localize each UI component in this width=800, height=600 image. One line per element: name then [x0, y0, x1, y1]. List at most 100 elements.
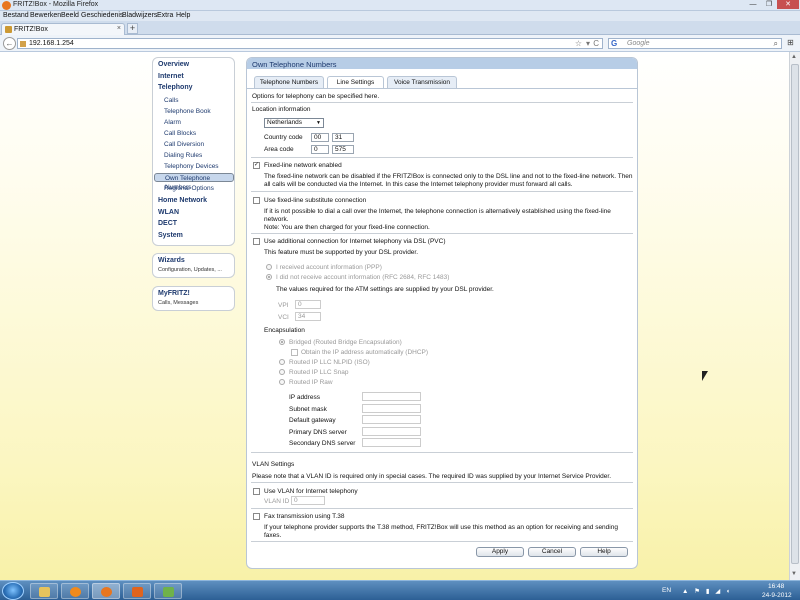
fixed-line-checkbox[interactable]: ✓	[253, 162, 260, 169]
wizards-box[interactable]: Wizards Configuration, Updates, ...	[152, 253, 235, 278]
nav-system[interactable]: System	[158, 232, 183, 239]
nav-calls[interactable]: Calls	[164, 97, 178, 104]
secondary-dns-field[interactable]	[362, 438, 421, 447]
radio-account-not-received[interactable]	[266, 274, 272, 280]
menu-extra[interactable]: Extra	[157, 12, 173, 19]
area-code-field[interactable]: 575	[332, 145, 354, 154]
dhcp-checkbox[interactable]	[291, 349, 298, 356]
nav-overview[interactable]: Overview	[158, 61, 189, 68]
country-code-prefix-field[interactable]: 00	[311, 133, 329, 142]
language-indicator[interactable]: EN	[662, 587, 671, 594]
menu-bestand[interactable]: Bestand	[3, 12, 29, 19]
vlan-id-field[interactable]: 0	[291, 496, 325, 505]
taskbar-media-player[interactable]	[61, 583, 89, 599]
taskbar-network-app[interactable]	[154, 583, 182, 599]
radio-encap-bridged-label: Bridged (Routed Bridge Encapsulation)	[289, 339, 402, 346]
tab-voice-transmission[interactable]: Voice Transmission	[387, 76, 457, 88]
nav-home-network[interactable]: Home Network	[158, 197, 207, 204]
nav-telephony-devices[interactable]: Telephony Devices	[164, 163, 219, 170]
additional-connection-checkbox[interactable]	[253, 238, 260, 245]
fax-t38-checkbox[interactable]	[253, 513, 260, 520]
vertical-scrollbar[interactable]: ▲ ▼	[789, 52, 800, 580]
fax-t38-label: Fax transmission using T.38	[264, 513, 345, 520]
search-input[interactable]: G Google ⌕	[608, 38, 782, 49]
radio-encap-raw-label: Routed IP Raw	[289, 379, 333, 386]
minimize-button[interactable]: —	[745, 0, 761, 9]
scrollbar-thumb[interactable]	[791, 64, 799, 564]
google-icon[interactable]: G	[611, 39, 617, 48]
help-button[interactable]: Help	[580, 547, 628, 557]
nav-call-diversion[interactable]: Call Diversion	[164, 141, 204, 148]
country-select[interactable]: Netherlands ▼	[264, 118, 324, 128]
taskbar-app[interactable]	[123, 583, 151, 599]
nav-telephony[interactable]: Telephony	[158, 84, 192, 91]
radio-encap-llc-snap[interactable]	[279, 369, 285, 375]
history-dropdown-icon[interactable]: ▾	[586, 39, 590, 48]
maximize-button[interactable]: ❐	[761, 0, 777, 9]
back-button[interactable]: ←	[3, 37, 16, 50]
ip-address-field[interactable]	[362, 392, 421, 401]
apply-button[interactable]: Apply	[476, 547, 524, 557]
reload-icon[interactable]: C	[593, 39, 599, 48]
country-code-field[interactable]: 31	[332, 133, 354, 142]
radio-encap-raw[interactable]	[279, 379, 285, 385]
menu-geschiedenis[interactable]: Geschiedenis	[81, 12, 123, 19]
menu-bladwijzers[interactable]: Bladwijzers	[122, 12, 157, 19]
tab-telephone-numbers[interactable]: Telephone Numbers	[254, 76, 324, 88]
nav-own-telephone-numbers[interactable]: Own Telephone Numbers	[154, 173, 234, 191]
clock-time[interactable]: 16:48	[768, 583, 784, 590]
scroll-up-icon[interactable]: ▲	[791, 54, 797, 60]
nav-telephone-book[interactable]: Telephone Book	[164, 108, 211, 115]
subnet-mask-field[interactable]	[362, 404, 421, 413]
start-button[interactable]	[2, 582, 24, 600]
nav-dialing-rules[interactable]: Dialing Rules	[164, 152, 202, 159]
vci-field[interactable]: 34	[295, 312, 321, 321]
browser-menu-icon[interactable]: ⊞	[787, 38, 794, 47]
navigation-toolbar: ← 192.168.1.254 ☆ ▾ C G Google ⌕ ⊞	[0, 35, 800, 52]
nav-call-blocks[interactable]: Call Blocks	[164, 130, 196, 137]
myfritz-box[interactable]: MyFRITZ! Calls, Messages	[152, 286, 235, 311]
search-icon[interactable]: ⌕	[774, 39, 778, 49]
vlan-checkbox[interactable]	[253, 488, 260, 495]
close-window-button[interactable]: ✕	[777, 0, 799, 9]
area-code-label: Area code	[264, 146, 294, 153]
substitute-checkbox[interactable]	[253, 197, 260, 204]
url-bar[interactable]: 192.168.1.254 ☆ ▾ C	[17, 38, 603, 49]
menu-bewerken[interactable]: Bewerken	[30, 12, 61, 19]
radio-encap-llc-nlpid[interactable]	[279, 359, 285, 365]
radio-encap-bridged[interactable]	[279, 339, 285, 345]
nav-alarm[interactable]: Alarm	[164, 119, 181, 126]
vlan-use-label: Use VLAN for Internet telephony	[264, 488, 358, 495]
tray-icons[interactable]: ▲ ⚑ ▮ ◢ ◖	[682, 587, 732, 595]
nav-dect[interactable]: DECT	[158, 220, 177, 227]
scroll-down-icon[interactable]: ▼	[791, 571, 797, 577]
divider	[251, 191, 633, 192]
clock-date[interactable]: 24-9-2012	[762, 592, 792, 599]
divider	[251, 102, 633, 103]
default-gateway-field[interactable]	[362, 415, 421, 424]
vpi-field[interactable]: 0	[295, 300, 321, 309]
substitute-label: Use fixed-line substitute connection	[264, 197, 367, 204]
nav-wlan[interactable]: WLAN	[158, 209, 179, 216]
tab-close-icon[interactable]: ×	[117, 25, 121, 32]
menubar: Bestand Bewerken Beeld Geschiedenis Blad…	[0, 11, 800, 21]
vlan-desc: Please note that a VLAN ID is required o…	[252, 473, 612, 480]
area-code-prefix-field[interactable]: 0	[311, 145, 329, 154]
cancel-button[interactable]: Cancel	[528, 547, 576, 557]
bookmark-star-icon[interactable]: ☆	[575, 39, 582, 48]
primary-dns-label: Primary DNS server	[289, 429, 347, 436]
radio-account-received[interactable]	[266, 264, 272, 270]
intro-text: Options for telephony can be specified h…	[252, 93, 380, 100]
taskbar-firefox[interactable]	[92, 583, 120, 599]
nav-regional-options[interactable]: Regional Options	[164, 185, 214, 192]
menu-beeld[interactable]: Beeld	[61, 12, 79, 19]
browser-tab[interactable]: FRITZ!Box ×	[1, 23, 125, 35]
tab-strip: FRITZ!Box × +	[0, 21, 800, 35]
nav-internet[interactable]: Internet	[158, 73, 184, 80]
primary-dns-field[interactable]	[362, 427, 421, 436]
windows-taskbar: EN ▲ ⚑ ▮ ◢ ◖ 16:48 24-9-2012	[0, 580, 800, 600]
new-tab-button[interactable]: +	[127, 23, 138, 34]
menu-help[interactable]: Help	[176, 12, 190, 19]
taskbar-explorer[interactable]	[30, 583, 58, 599]
myfritz-subtitle: Calls, Messages	[158, 300, 199, 306]
